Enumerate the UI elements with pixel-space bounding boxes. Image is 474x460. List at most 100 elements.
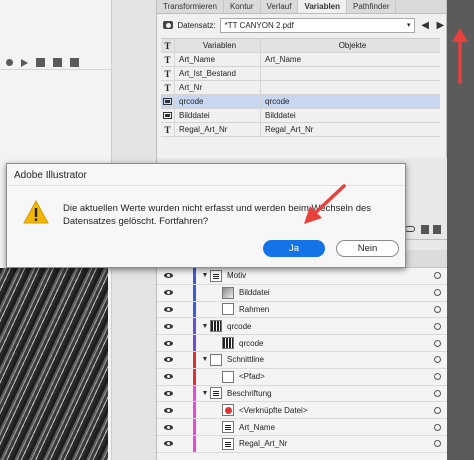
layer-name: <Pfad>: [239, 372, 265, 382]
eye-icon: [163, 290, 173, 296]
layer-thumbnail: [222, 437, 234, 450]
layer-row[interactable]: Art_Name: [157, 419, 447, 436]
layer-row[interactable]: qrcode: [157, 335, 447, 352]
tab-kontur[interactable]: Kontur: [224, 0, 261, 13]
image-variable-icon: [161, 109, 175, 122]
variable-name: Regal_Art_Nr: [175, 123, 261, 136]
eye-icon: [163, 374, 173, 380]
layer-row[interactable]: ▼ Motiv: [157, 268, 447, 285]
variable-name: qrcode: [175, 95, 261, 108]
folder-icon[interactable]: [36, 58, 45, 67]
table-row[interactable]: T Art_Ist_Bestand: [161, 67, 440, 81]
table-row[interactable]: qrcode qrcode: [161, 95, 440, 109]
visibility-toggle[interactable]: [157, 340, 179, 346]
layer-row[interactable]: ▼ Beschriftung: [157, 385, 447, 403]
layer-color-bar: [193, 268, 196, 284]
visibility-toggle[interactable]: [157, 306, 179, 312]
layer-thumbnail: [210, 353, 222, 366]
layer-name: Beschriftung: [227, 388, 272, 398]
target-icon[interactable]: [434, 423, 441, 431]
chevron-down-icon[interactable]: ▼: [200, 323, 210, 330]
layer-thumbnail: [222, 421, 234, 434]
layer-row[interactable]: ▼ qrcode: [157, 318, 447, 336]
visibility-toggle[interactable]: [157, 323, 179, 329]
chevron-down-icon[interactable]: ▼: [200, 356, 210, 363]
camera-icon[interactable]: [163, 21, 174, 29]
visibility-toggle[interactable]: [157, 441, 179, 447]
new-item-icon[interactable]: [421, 225, 429, 234]
prev-dataset-button[interactable]: ◀: [419, 19, 430, 31]
eye-icon: [163, 306, 173, 312]
eye-icon: [163, 407, 173, 413]
target-icon[interactable]: [434, 356, 441, 364]
layer-color-bar: [193, 351, 196, 368]
trash-icon[interactable]: [70, 58, 79, 67]
layer-color-bar: [193, 402, 196, 419]
chevron-down-icon[interactable]: ▼: [200, 390, 210, 397]
layer-name: Rahmen: [239, 304, 270, 314]
visibility-toggle[interactable]: [157, 424, 179, 430]
trash-icon[interactable]: [433, 225, 441, 234]
layer-color-bar: [193, 368, 196, 385]
target-icon[interactable]: [434, 272, 441, 280]
target-icon[interactable]: [434, 406, 441, 414]
target-icon[interactable]: [434, 322, 441, 330]
play-icon[interactable]: [21, 58, 28, 67]
target-icon[interactable]: [434, 289, 441, 297]
table-row[interactable]: Bilddatei Bilddatei: [161, 109, 440, 123]
layer-row[interactable]: <Pfad>: [157, 368, 447, 386]
target-icon[interactable]: [434, 373, 441, 381]
layer-thumbnail: [222, 303, 234, 316]
visibility-toggle[interactable]: [157, 407, 179, 413]
layer-thumbnail: [222, 286, 234, 299]
layer-name: Regal_Art_Nr: [239, 439, 288, 449]
image-icon: [163, 98, 172, 105]
type-column-header: T: [161, 39, 175, 52]
layer-row[interactable]: Rahmen: [157, 301, 447, 319]
table-row[interactable]: T Regal_Art_Nr Regal_Art_Nr: [161, 123, 440, 137]
target-icon[interactable]: [434, 339, 441, 347]
target-icon[interactable]: [434, 440, 441, 448]
image-icon: [163, 112, 172, 119]
table-body: T Art_Name Art_Name T Art_Ist_Bestand T Art_Nr…: [161, 53, 440, 137]
visibility-toggle[interactable]: [157, 273, 179, 279]
eye-icon: [163, 424, 173, 430]
dialog-title: Adobe Illustrator: [7, 164, 405, 186]
visibility-toggle[interactable]: [157, 357, 179, 363]
layers-list: ▼ Motiv Bilddatei Rahmen ▼ qrcode qrcode ▼ Schni…: [157, 268, 447, 453]
text-variable-icon: T: [161, 53, 175, 66]
yes-button[interactable]: Ja: [263, 240, 325, 257]
target-icon[interactable]: [434, 305, 441, 313]
layer-row[interactable]: ▼ Schnittline: [157, 351, 447, 369]
table-row[interactable]: T Art_Name Art_Name: [161, 53, 440, 67]
target-icon[interactable]: [434, 389, 441, 397]
record-icon[interactable]: [6, 59, 13, 66]
tab-transformieren[interactable]: Transformieren: [157, 0, 224, 13]
new-item-icon[interactable]: [53, 58, 62, 67]
visibility-toggle[interactable]: [157, 374, 179, 380]
layer-row[interactable]: <Verknüpfte Datei>: [157, 402, 447, 420]
variable-name: Art_Ist_Bestand: [175, 67, 261, 80]
eye-icon: [163, 441, 173, 447]
variable-name: Art_Nr: [175, 81, 261, 94]
visibility-toggle[interactable]: [157, 390, 179, 396]
no-button[interactable]: Nein: [336, 240, 399, 257]
table-row[interactable]: T Art_Nr: [161, 81, 440, 95]
warning-icon: [23, 200, 49, 224]
variable-name: Bilddatei: [175, 109, 261, 122]
layer-row[interactable]: Regal_Art_Nr: [157, 435, 447, 453]
variable-object: Art_Name: [265, 55, 302, 64]
tab-verlauf[interactable]: Verlauf: [261, 0, 299, 13]
tab-variablen[interactable]: Variablen: [298, 0, 348, 13]
chevron-down-icon[interactable]: ▼: [200, 272, 210, 279]
next-dataset-button[interactable]: ▶: [435, 19, 446, 31]
variables-table: T Variablen Objekte T Art_Name Art_Name T Ar…: [161, 38, 440, 137]
variable-name: Art_Name: [175, 53, 261, 66]
variable-object: Regal_Art_Nr: [265, 125, 314, 134]
layer-row[interactable]: Bilddatei: [157, 284, 447, 302]
visibility-toggle[interactable]: [157, 290, 179, 296]
link-icon[interactable]: [405, 226, 415, 232]
dataset-select[interactable]: *TT CANYON 2.pdf ▾: [219, 17, 416, 33]
tab-pathfinder[interactable]: Pathfinder: [347, 0, 397, 13]
panel-tabs: Transformieren Kontur Verlauf Variablen Path…: [157, 0, 446, 14]
